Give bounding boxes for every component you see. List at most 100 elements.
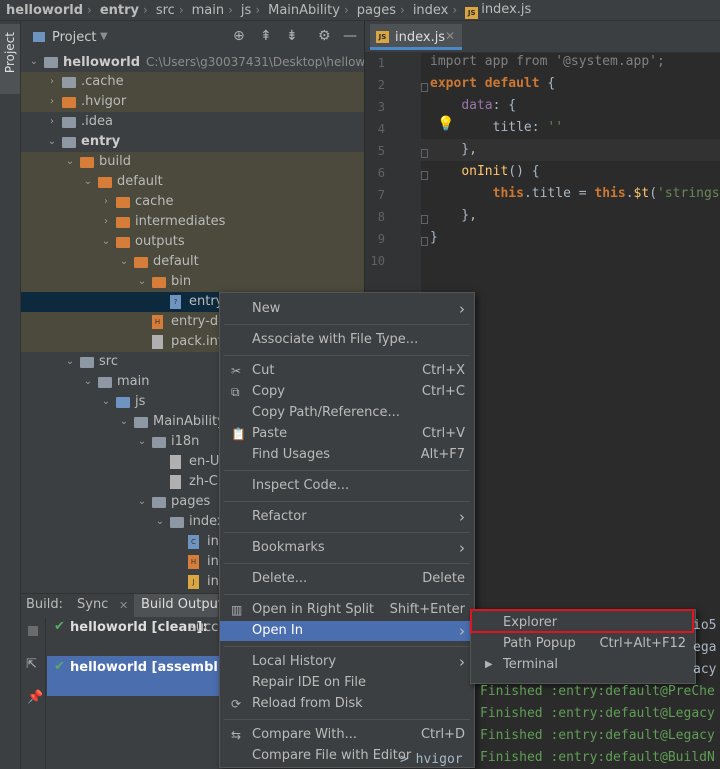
breadcrumb-item[interactable]: index [407, 3, 451, 18]
close-icon[interactable]: ✕ [119, 599, 128, 612]
pin-icon[interactable]: 📌 [27, 690, 43, 705]
rerun-icon[interactable]: ⇱ [26, 657, 37, 672]
collapse-all-icon[interactable]: ⇞ [260, 28, 272, 44]
fold-marker-icon[interactable] [421, 149, 428, 158]
menu-item[interactable]: New › [220, 299, 474, 319]
menu-item[interactable]: Delete... Delete [220, 569, 474, 589]
code-line: import app from '@system.app'; [430, 54, 665, 69]
chevron-down-icon[interactable]: ⌄ [46, 132, 58, 152]
menu-item[interactable]: Local History › [220, 652, 474, 672]
tree-node[interactable]: › intermediates [21, 212, 364, 232]
menu-item-label: Refactor [252, 509, 307, 524]
fold-marker-icon[interactable] [421, 83, 428, 92]
chevron-right-icon[interactable]: › [100, 212, 112, 232]
menu-item[interactable]: Copy Path/Reference... [220, 403, 474, 423]
breadcrumb-item-label: main [191, 2, 225, 18]
tree-node[interactable]: ⌄ bin [21, 272, 364, 292]
chevron-right-icon[interactable]: › [46, 92, 58, 112]
menu-item[interactable]: Refactor › [220, 507, 474, 527]
tree-node[interactable]: › cache [21, 192, 364, 212]
chevron-down-icon[interactable]: ⌄ [118, 252, 130, 272]
breadcrumb-item[interactable]: helloworld [0, 3, 85, 18]
tree-node-label: intermediates [135, 212, 225, 232]
chevron-right-icon[interactable]: › [46, 72, 58, 92]
folder-icon [62, 117, 76, 128]
fold-marker-icon[interactable] [421, 171, 428, 180]
chevron-down-icon[interactable]: ⌄ [154, 512, 166, 532]
hide-icon[interactable]: — [343, 28, 357, 44]
tree-node[interactable]: › .hvigor [21, 92, 364, 112]
tree-node[interactable]: › .idea [21, 112, 364, 132]
chevron-down-icon[interactable]: ⌄ [82, 372, 94, 392]
build-item-clean[interactable]: helloworld [clean]: [70, 620, 208, 635]
tree-node[interactable]: ⌄ helloworld C:\Users\g30037431\Desktop\he… [21, 52, 364, 72]
menu-item[interactable]: Find Usages Alt+F7 [220, 445, 474, 465]
chevron-down-icon[interactable]: ⌄ [136, 492, 148, 512]
chevron-down-icon[interactable]: ⌄ [100, 392, 112, 412]
menu-item[interactable]: ✂ Cut Ctrl+X [220, 361, 474, 381]
tree-node-name: src [99, 354, 118, 369]
chevron-right-icon: › [459, 622, 465, 640]
breadcrumb-item[interactable]: entry [94, 3, 141, 18]
menu-item-shortcut: Ctrl+V [422, 426, 465, 441]
breadcrumb-item[interactable]: src [150, 3, 177, 18]
tree-node[interactable]: › .cache [21, 72, 364, 92]
close-icon[interactable]: ✕ [445, 29, 455, 43]
menu-item-label: Compare File with Editor [252, 748, 412, 763]
menu-item[interactable]: Bookmarks › [220, 538, 474, 558]
tree-node-label: in [207, 552, 219, 572]
file-icon [152, 335, 163, 349]
tree-node[interactable]: ⌄ default [21, 172, 364, 192]
chevron-right-icon[interactable]: › [100, 192, 112, 212]
submenu-item-label: Terminal [503, 657, 558, 672]
stop-icon[interactable] [28, 626, 38, 636]
menu-item[interactable]: Inspect Code... [220, 476, 474, 496]
chevron-down-icon[interactable]: ⌄ [64, 152, 76, 172]
tree-node[interactable]: ⌄ entry [21, 132, 364, 152]
tree-node-path: C:\Users\g30037431\Desktop\helloworld [146, 55, 364, 69]
menu-item[interactable]: ▥ Open in Right Split Shift+Enter [220, 600, 474, 620]
project-tool-tab[interactable]: Project [0, 24, 20, 94]
chevron-down-icon[interactable]: ⌄ [64, 352, 76, 372]
chevron-down-icon[interactable]: ⌄ [28, 52, 40, 72]
menu-item[interactable]: ⇆ Compare With... Ctrl+D [220, 725, 474, 745]
menu-item[interactable]: Open In › [220, 621, 474, 641]
fold-marker-icon[interactable] [421, 237, 428, 246]
menu-item[interactable]: ⟳ Reload from Disk [220, 694, 474, 714]
tree-node[interactable]: ⌄ default [21, 252, 364, 272]
breadcrumb-item[interactable]: JS index.js [459, 2, 533, 19]
breadcrumb-item[interactable]: main [186, 3, 226, 18]
chevron-down-icon[interactable]: ⌄ [136, 432, 148, 452]
menu-item-label: Reload from Disk [252, 696, 363, 711]
tab-sync[interactable]: Sync [77, 597, 108, 612]
project-panel-title[interactable]: Project [52, 30, 96, 45]
folder-icon [170, 517, 184, 528]
tab-build-output[interactable]: Build Output [141, 597, 223, 612]
folder-icon [152, 497, 166, 508]
tree-node[interactable]: ⌄ build [21, 152, 364, 172]
chevron-down-icon[interactable]: ⌄ [118, 412, 130, 432]
expand-all-icon[interactable]: ⇟ [286, 28, 298, 44]
breadcrumb-item[interactable]: js [235, 3, 253, 18]
chevron-down-icon[interactable]: ⌄ [82, 172, 94, 192]
tree-node-name: helloworld [63, 55, 141, 70]
submenu-item[interactable]: Path Popup Ctrl+Alt+F12 [471, 634, 695, 654]
chevron-right-icon[interactable]: › [46, 112, 58, 132]
tree-node[interactable]: ⌄ outputs [21, 232, 364, 252]
chevron-down-icon[interactable]: ▼ [100, 31, 108, 42]
breadcrumb-item[interactable]: MainAbility [262, 3, 342, 18]
lightbulb-icon[interactable]: 💡 [437, 116, 454, 132]
gear-icon[interactable]: ⚙ [318, 28, 331, 44]
folder-icon [152, 437, 166, 448]
fold-marker-icon[interactable] [421, 215, 428, 224]
tree-node-name: build [99, 154, 131, 169]
menu-item[interactable]: ⧉ Copy Ctrl+C [220, 382, 474, 402]
breadcrumb-item[interactable]: pages [351, 3, 398, 18]
crosshair-icon[interactable]: ⊕ [233, 28, 245, 44]
menu-item[interactable]: Associate with File Type... [220, 330, 474, 350]
chevron-down-icon[interactable]: ⌄ [136, 272, 148, 292]
chevron-down-icon[interactable]: ⌄ [100, 232, 112, 252]
menu-item[interactable]: 📋 Paste Ctrl+V [220, 424, 474, 444]
submenu-item[interactable]: ▶ Terminal [471, 655, 695, 675]
menu-item[interactable]: Repair IDE on File [220, 673, 474, 693]
